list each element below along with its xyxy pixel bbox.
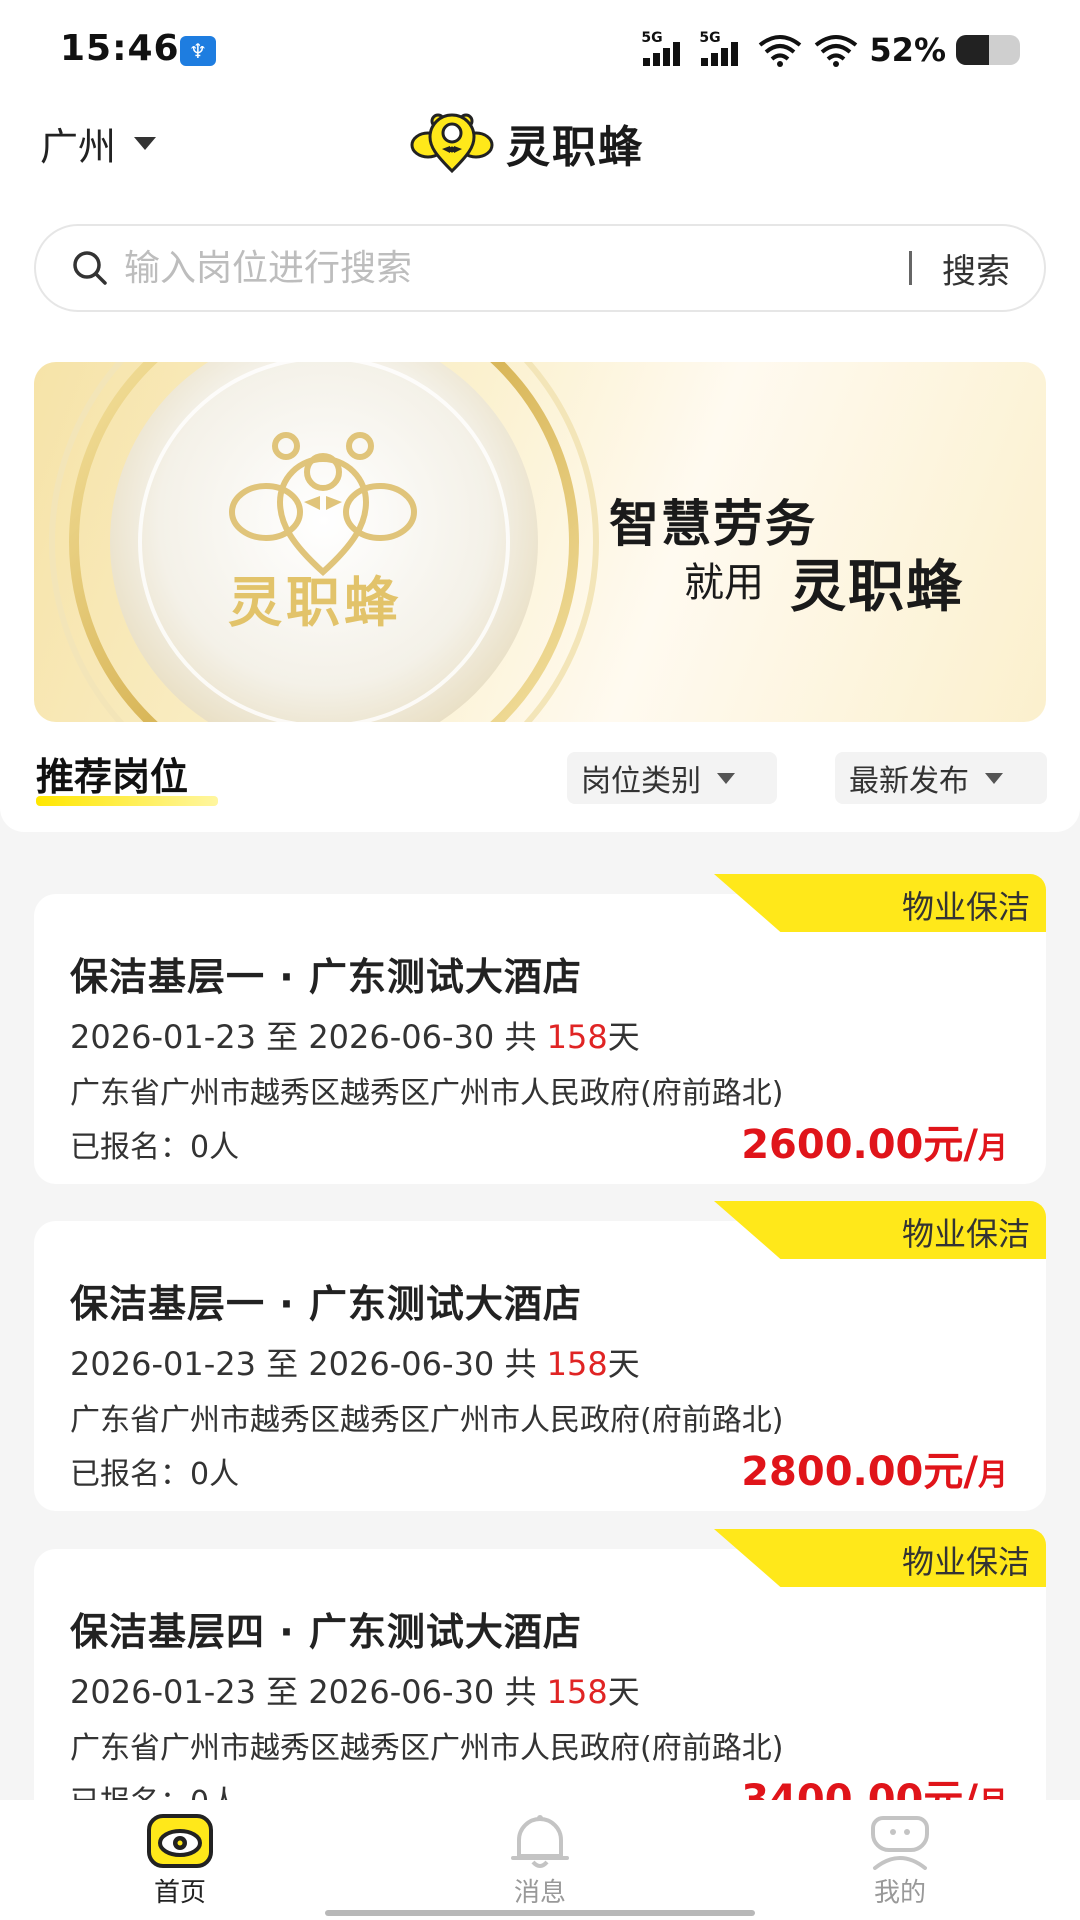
job-category-label: 物业保洁	[901, 888, 1030, 926]
search-bar: 搜索	[34, 224, 1046, 312]
chevron-down-icon	[985, 772, 1003, 784]
battery-icon	[956, 35, 1020, 65]
job-title: 保洁基层一 · 广东测试大酒店	[70, 955, 582, 999]
job-card[interactable]: 物业保洁 保洁基层一 · 广东测试大酒店 2026-01-23 至 2026-0…	[34, 874, 1046, 1184]
job-dates: 2026-01-23 至 2026-06-30 共 158天	[70, 1673, 640, 1711]
home-indicator[interactable]	[325, 1910, 755, 1916]
job-title: 保洁基层一 · 广东测试大酒店	[70, 1282, 582, 1326]
bee-logo-icon	[410, 113, 494, 174]
job-card[interactable]: 物业保洁 保洁基层一 · 广东测试大酒店 2026-01-23 至 2026-0…	[34, 1201, 1046, 1511]
job-category-label: 物业保洁	[901, 1215, 1030, 1253]
job-address: 广东省广州市越秀区越秀区广州市人民政府(府前路北)	[70, 1731, 784, 1766]
bell-icon	[511, 1815, 569, 1868]
nav-home-label: 首页	[153, 1878, 206, 1908]
wifi-icon-2	[815, 35, 858, 67]
job-home-page: 15:46 ♆ 5G 5G 52% 广州 灵职蜂 输入岗位进行搜索 搜索 灵职蜂…	[0, 0, 1080, 1920]
job-enrolled-count: 已报名：0人	[70, 1130, 240, 1165]
banner-emblem	[49, 362, 599, 722]
job-category-label: 物业保洁	[901, 1543, 1030, 1581]
city-selector[interactable]: 广州	[40, 118, 157, 169]
job-salary: 2600.00元/月	[741, 1122, 1008, 1168]
filter-sort-dropdown[interactable]: 最新发布	[835, 752, 1047, 804]
promo-banner[interactable]: 灵职蜂 智慧劳务 就用 灵职蜂	[34, 362, 1046, 722]
job-days: 158	[546, 1673, 608, 1711]
home-eye-icon	[147, 1814, 213, 1868]
job-address: 广东省广州市越秀区越秀区广州市人民政府(府前路北)	[70, 1403, 784, 1438]
status-time: 15:46	[60, 28, 180, 69]
filter-sort-label: 最新发布	[849, 764, 969, 799]
battery-fill	[956, 35, 990, 65]
search-input[interactable]	[124, 238, 909, 298]
bottom-nav: 首页 消息 我的	[0, 1800, 1080, 1920]
filter-category-dropdown[interactable]: 岗位类别	[567, 752, 777, 804]
chevron-down-icon	[134, 136, 157, 150]
brand-name: 灵职蜂	[506, 122, 644, 173]
brand-logo: 灵职蜂	[410, 108, 644, 178]
notification-app-icon: ♆	[180, 36, 216, 66]
banner-logo-text: 灵职蜂	[228, 571, 402, 634]
cellular-signal-icon: 5G	[641, 30, 689, 68]
search-icon	[73, 251, 107, 285]
nav-mine-label: 我的	[873, 1878, 926, 1908]
nav-messages-label: 消息	[513, 1878, 566, 1908]
banner-slogan-line1: 智慧劳务	[609, 495, 817, 553]
job-salary: 2800.00元/月	[741, 1449, 1008, 1495]
search-button[interactable]: 搜索	[942, 244, 1010, 293]
battery-percent: 52%	[869, 31, 946, 69]
job-card[interactable]: 物业保洁 保洁基层四 · 广东测试大酒店 2026-01-23 至 2026-0…	[34, 1529, 1046, 1839]
job-days: 158	[546, 1345, 608, 1383]
nav-messages[interactable]: 消息	[460, 1812, 620, 1912]
cellular-signal-icon-2: 5G	[699, 30, 747, 68]
user-profile-icon	[871, 1816, 929, 1870]
banner-slogan-prefix: 就用	[684, 560, 764, 606]
chevron-down-icon	[717, 772, 735, 784]
job-dates: 2026-01-23 至 2026-06-30 共 158天	[70, 1345, 640, 1383]
job-enrolled-count: 已报名：0人	[70, 1457, 240, 1492]
search-divider	[909, 251, 912, 285]
city-name: 广州	[40, 124, 117, 169]
job-title: 保洁基层四 · 广东测试大酒店	[70, 1610, 582, 1654]
job-dates: 2026-01-23 至 2026-06-30 共 158天	[70, 1018, 640, 1056]
status-bar: 15:46 ♆ 5G 5G 52%	[0, 0, 1080, 100]
nav-home[interactable]: 首页	[100, 1812, 260, 1912]
status-indicators: 5G 5G 52%	[641, 30, 1020, 70]
nav-mine[interactable]: 我的	[820, 1812, 980, 1912]
section-title: 推荐岗位	[36, 755, 189, 799]
job-address: 广东省广州市越秀区越秀区广州市人民政府(府前路北)	[70, 1076, 784, 1111]
job-days: 158	[546, 1018, 608, 1056]
section-title-underline	[36, 796, 218, 806]
banner-slogan-brand: 灵职蜂	[790, 555, 964, 620]
filter-category-label: 岗位类别	[581, 764, 701, 799]
wifi-icon	[759, 35, 802, 67]
